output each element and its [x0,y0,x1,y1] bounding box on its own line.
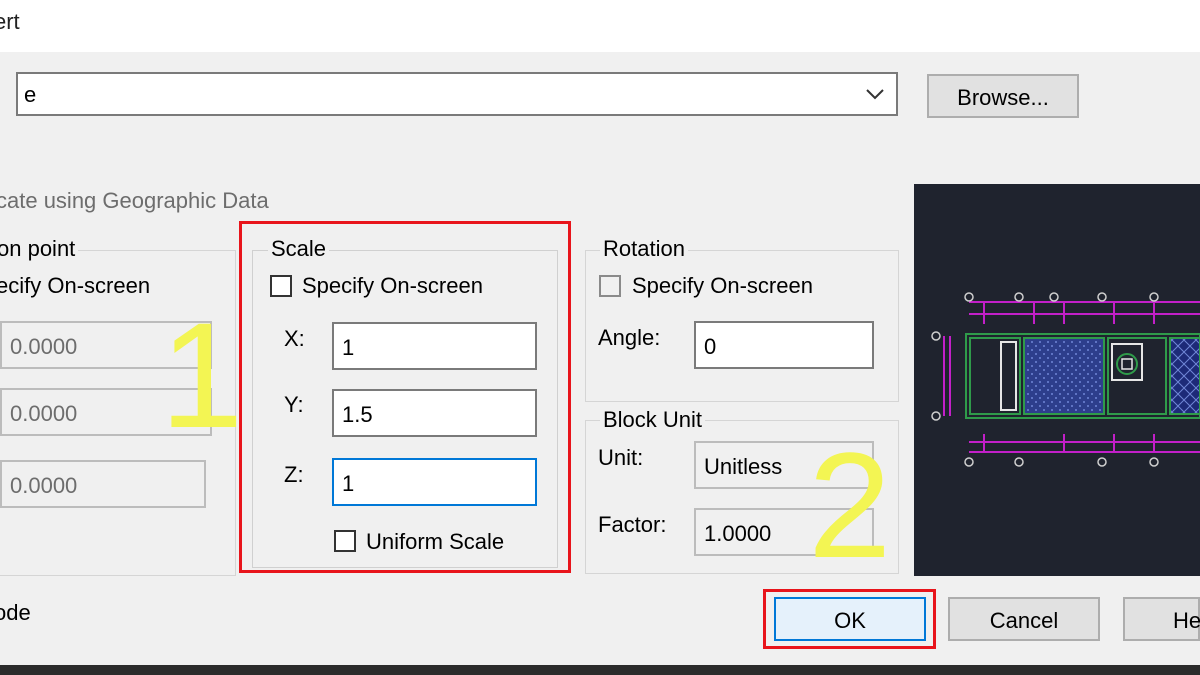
step-2-annotation: 2 [808,421,892,589]
geographic-data-label: cate using Geographic Data [0,188,269,213]
rotation-specify-label: Specify On-screen [632,273,813,298]
browse-button[interactable]: Browse... [927,74,1079,118]
help-label: He [1173,608,1200,633]
title-bar: ert [0,0,1200,52]
block-unit-title: Block Unit [600,407,706,433]
bottom-mode-label: ode [0,600,31,625]
scale-highlight-frame [239,221,571,573]
window-title: ert [0,9,20,34]
ok-label: OK [834,608,866,633]
insertion-specify-label[interactable]: ecify On-screen [0,273,150,299]
browse-label: Browse... [957,85,1049,110]
cancel-label: Cancel [989,608,1059,633]
angle-field[interactable]: 0 [694,321,874,369]
block-name-value: e [24,82,37,107]
bottom-strip [0,665,1200,675]
unit-label: Unit: [598,445,644,470]
factor-label: Factor: [598,512,667,537]
insertion-z-field[interactable]: 0.0000 [0,460,206,508]
step-1-annotation: 1 [160,291,244,459]
block-name-combobox[interactable]: e [16,72,898,116]
block-preview [914,184,1200,576]
insertion-point-title: on point [0,236,79,262]
block-preview-drawing [931,292,1200,467]
help-button[interactable]: He [1123,597,1200,641]
angle-label: Angle: [598,325,661,350]
rotation-title: Rotation [600,236,688,262]
cancel-button[interactable]: Cancel [948,597,1100,641]
rotation-specify-checkbox[interactable] [599,275,621,297]
ok-button[interactable]: OK [774,597,926,641]
chevron-down-icon[interactable] [862,80,888,108]
